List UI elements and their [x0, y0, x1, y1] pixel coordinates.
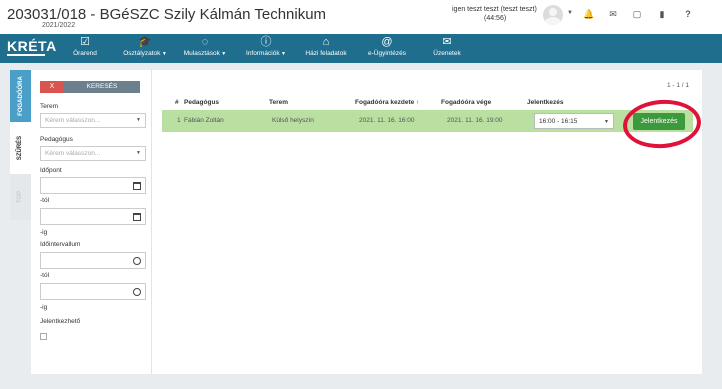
- bell-icon[interactable]: 🔔: [583, 9, 595, 20]
- nav-label: Házi feladatok: [305, 50, 347, 57]
- caret-down-icon: ▼: [160, 51, 167, 57]
- time-from-input[interactable]: [40, 252, 146, 269]
- nav-label: e-Ügyintézés: [368, 50, 406, 57]
- row-kezdete: 2021. 11. 16. 16:00: [359, 117, 415, 124]
- timeslot-value: 16:00 - 16:15: [539, 118, 578, 125]
- tab-fogadoora[interactable]: FOGADÓÓRA: [10, 70, 31, 122]
- pedagogus-label: Pedagógus: [40, 136, 73, 143]
- user-name: igen teszt teszt (teszt teszt): [452, 6, 537, 13]
- idointervallum-label: Időintervallum: [40, 241, 81, 248]
- nav-label: Információk: [246, 50, 280, 57]
- nav-informaciok[interactable]: ⓘ Információk ▼: [243, 36, 289, 62]
- date-from-suffix: -tól: [40, 197, 50, 204]
- time-to-suffix: -ig: [40, 304, 48, 311]
- calendar-icon[interactable]: [133, 182, 141, 190]
- column-header-terem[interactable]: Terem: [269, 99, 288, 106]
- date-to-suffix: -ig: [40, 229, 48, 236]
- caret-down-icon: ▼: [219, 51, 227, 57]
- date-to-input[interactable]: [40, 208, 146, 225]
- calendar-icon[interactable]: [133, 213, 141, 221]
- column-header-pedagogus[interactable]: Pedagógus: [184, 99, 219, 106]
- row-terem: Külső helyszín: [272, 117, 314, 124]
- clock-icon[interactable]: [133, 257, 141, 265]
- tab-szures[interactable]: SZŰRÉS: [10, 122, 31, 174]
- pedagogus-placeholder: Kérem válasszon...: [45, 150, 101, 157]
- graduation-cap-icon: 🎓: [138, 36, 152, 48]
- date-from-input[interactable]: [40, 177, 146, 194]
- session-timer: (44:56): [484, 15, 507, 22]
- help-icon[interactable]: ?: [682, 9, 694, 19]
- column-header-index: #: [175, 99, 179, 106]
- time-from-suffix: -tól: [40, 272, 50, 279]
- terem-label: Terem: [40, 103, 59, 110]
- home-icon: ⌂: [322, 36, 330, 48]
- at-sign-icon: @: [381, 36, 393, 48]
- spinner-icon: ◌: [201, 36, 209, 48]
- terem-placeholder: Kérem válasszon...: [45, 117, 101, 124]
- nav-uzenetek[interactable]: ✉ Üzenetek: [430, 36, 464, 62]
- row-pedagogus: Fábián Zoltán: [184, 117, 224, 124]
- row-index: 1: [177, 117, 181, 124]
- column-header-jelentkezes[interactable]: Jelentkezés: [527, 99, 564, 106]
- nav-orarend[interactable]: ☑ Órarend: [70, 36, 100, 62]
- panel-divider: [151, 70, 152, 374]
- timeslot-select[interactable]: 16:00 - 16:15 ▼: [534, 113, 614, 129]
- jelentkezheto-checkbox[interactable]: [40, 333, 47, 340]
- nav-label: Osztályzatok: [123, 50, 161, 57]
- tab-label: FOGADÓÓRA: [17, 76, 24, 116]
- chevron-down-icon: ▼: [604, 119, 609, 125]
- mail-icon[interactable]: ✉: [607, 9, 619, 20]
- envelope-icon: ✉: [442, 36, 452, 48]
- column-header-label: Fogadóóra kezdete: [355, 99, 415, 106]
- top-header: 203031/018 - BGéSZC Szily Kálmán Technik…: [0, 0, 722, 34]
- calendar-check-icon: ☑: [80, 36, 90, 48]
- terem-select[interactable]: Kérem válasszon... ▼: [40, 113, 146, 128]
- sort-ascending-icon: ↑: [416, 99, 420, 106]
- nav-hazi-feladatok[interactable]: ⌂ Házi feladatok: [303, 36, 349, 62]
- chevron-down-icon: ▼: [136, 117, 141, 123]
- school-year: 2021/2022: [42, 22, 76, 29]
- row-vege: 2021. 11. 16. 19:00: [447, 117, 503, 124]
- nav-osztalyzatok[interactable]: 🎓 Osztályzatok ▼: [120, 36, 170, 62]
- tab-label: TOP: [17, 190, 24, 204]
- pagination-count: 1 - 1 / 1: [667, 82, 690, 89]
- column-header-vege[interactable]: Fogadóóra vége: [441, 99, 491, 106]
- idopont-label: Időpont: [40, 167, 62, 174]
- jelentkezes-button[interactable]: Jelentkezés: [633, 113, 685, 130]
- user-avatar[interactable]: [543, 5, 563, 25]
- clear-filter-button[interactable]: X: [40, 81, 64, 93]
- vertical-tabs: FOGADÓÓRA SZŰRÉS TOP: [10, 70, 31, 220]
- tab-top[interactable]: TOP: [10, 174, 31, 220]
- chevron-down-icon[interactable]: ▼: [567, 10, 573, 16]
- book-icon[interactable]: ▮: [656, 9, 668, 20]
- nav-label: Mulasztások: [183, 50, 220, 57]
- pedagogus-select[interactable]: Kérem válasszon... ▼: [40, 146, 146, 161]
- nav-label: Üzenetek: [433, 50, 461, 57]
- caret-down-icon: ▼: [279, 51, 286, 57]
- search-button[interactable]: KERESÉS: [64, 81, 140, 93]
- main-navbar: KRÉTA ☑ Órarend 🎓 Osztályzatok ▼ ◌ Mulas…: [0, 34, 722, 63]
- chat-icon[interactable]: ▢: [631, 9, 643, 20]
- chevron-down-icon: ▼: [136, 150, 141, 156]
- jelentkezheto-label: Jelentkezhető: [40, 318, 81, 325]
- kreta-logo[interactable]: KRÉTA: [7, 38, 57, 54]
- time-to-input[interactable]: [40, 283, 146, 300]
- logo-underline: [7, 54, 45, 56]
- nav-label: Órarend: [73, 50, 97, 57]
- school-title: 203031/018 - BGéSZC Szily Kálmán Technik…: [7, 6, 327, 23]
- clock-icon[interactable]: [133, 288, 141, 296]
- nav-e-ugyintezes[interactable]: @ e-Ügyintézés: [366, 36, 408, 62]
- tab-label: SZŰRÉS: [17, 135, 24, 161]
- nav-mulasztasok[interactable]: ◌ Mulasztások ▼: [180, 36, 230, 62]
- info-circle-icon: ⓘ: [260, 36, 272, 48]
- column-header-kezdete[interactable]: Fogadóóra kezdete ↑: [355, 99, 419, 106]
